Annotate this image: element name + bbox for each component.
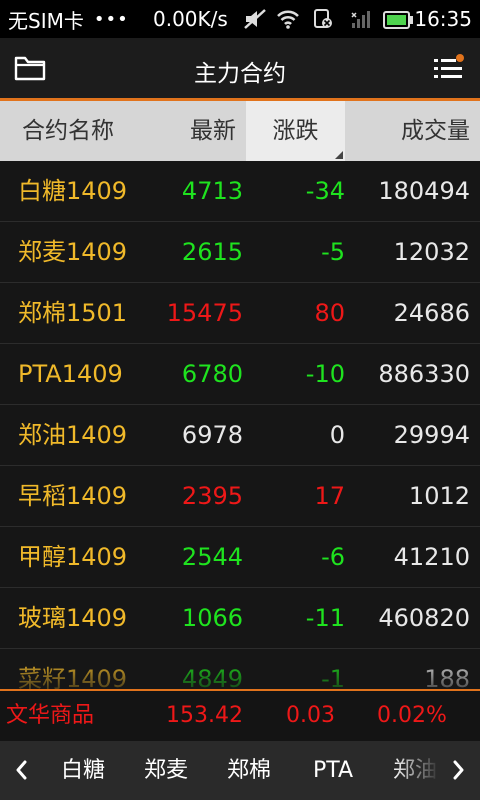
- contract-name: PTA1409: [18, 360, 123, 388]
- header-price[interactable]: 最新: [190, 101, 236, 161]
- mute-icon: [243, 8, 267, 35]
- clock: 16:35: [414, 7, 472, 31]
- sort-indicator-icon: [335, 151, 343, 159]
- contract-name: 郑油1409: [18, 421, 128, 449]
- contract-name: 早稻1409: [18, 482, 128, 510]
- latest-price: 2615: [181, 238, 243, 266]
- price-change: 0: [329, 421, 345, 449]
- contract-name: 白糖1409: [18, 177, 128, 205]
- table-header: 合约名称 最新 涨跌 成交量: [0, 101, 480, 161]
- latest-price: 4849: [181, 665, 243, 689]
- index-bar[interactable]: 文华商品 153.42 0.03 0.02%: [0, 689, 480, 741]
- volume: 180494: [378, 177, 470, 205]
- chevron-left-icon[interactable]: [10, 758, 34, 782]
- table-row[interactable]: 郑棉1501 15475 80 24686: [0, 283, 480, 344]
- tab-zhengmian[interactable]: 郑棉: [227, 741, 271, 800]
- carrier-label: 无SIM卡: [8, 8, 84, 33]
- volume: 460820: [378, 604, 470, 632]
- battery-icon: [383, 10, 413, 34]
- tab-baitang[interactable]: 白糖: [61, 741, 105, 800]
- chevron-right-icon[interactable]: [446, 758, 470, 782]
- contract-list[interactable]: 白糖1409 4713 -34 180494 郑麦1409 2615 -5 12032 郑棉15…: [0, 161, 480, 689]
- contract-name: 甲醇1409: [18, 543, 128, 571]
- header-name[interactable]: 合约名称: [22, 101, 114, 161]
- latest-price: 6780: [181, 360, 243, 388]
- index-name: 文华商品: [6, 703, 95, 728]
- tab-zhengmai[interactable]: 郑麦: [144, 741, 188, 800]
- tab-fade: [392, 741, 440, 800]
- latest-price: 6978: [181, 421, 243, 449]
- latest-price: 4713: [181, 177, 243, 205]
- latest-price: 1066: [181, 604, 243, 632]
- latest-price: 15475: [166, 299, 243, 327]
- index-percent: 0.02%: [377, 703, 447, 728]
- table-row[interactable]: 早稻1409 2395 17 1012: [0, 466, 480, 527]
- index-change: 0.03: [286, 703, 335, 728]
- volume: 886330: [378, 360, 470, 388]
- latest-price: 2544: [181, 543, 243, 571]
- price-change: 80: [314, 299, 345, 327]
- table-row[interactable]: 菜籽1409 4849 -1 188: [0, 649, 480, 689]
- more-dots-icon: •••: [93, 8, 129, 30]
- list-menu-icon[interactable]: [434, 54, 466, 86]
- table-row[interactable]: 郑油1409 6978 0 29994: [0, 405, 480, 466]
- volume: 41210: [393, 543, 470, 571]
- page-title: 主力合约: [194, 61, 286, 87]
- header-volume[interactable]: 成交量: [401, 101, 470, 161]
- price-change: -10: [305, 360, 345, 388]
- contract-name: 郑棉1501: [18, 299, 128, 327]
- contract-name: 菜籽1409: [18, 665, 128, 689]
- contract-name: 玻璃1409: [18, 604, 128, 632]
- signal-icon: [350, 8, 374, 35]
- latest-price: 2395: [181, 482, 243, 510]
- index-value: 153.42: [166, 703, 243, 728]
- price-change: -5: [321, 238, 345, 266]
- volume: 24686: [393, 299, 470, 327]
- volume: 29994: [393, 421, 470, 449]
- network-speed: 0.00K/s: [153, 7, 228, 31]
- table-row[interactable]: 甲醇1409 2544 -6 41210: [0, 527, 480, 588]
- table-row[interactable]: 郑麦1409 2615 -5 12032: [0, 222, 480, 283]
- contract-name: 郑麦1409: [18, 238, 128, 266]
- bottom-tab-bar: 白糖 郑麦 郑棉 PTA 郑油: [0, 741, 480, 800]
- price-change: -11: [305, 604, 345, 632]
- table-row[interactable]: PTA1409 6780 -10 886330: [0, 344, 480, 405]
- tab-pta[interactable]: PTA: [313, 741, 353, 800]
- price-change: -34: [305, 177, 345, 205]
- status-bar: 无SIM卡 ••• 0.00K/s 16:35: [0, 0, 480, 38]
- header-change-label: 涨跌: [272, 118, 319, 144]
- volume: 1012: [408, 482, 470, 510]
- table-row[interactable]: 白糖1409 4713 -34 180494: [0, 161, 480, 222]
- no-sim-icon: [312, 8, 334, 35]
- price-change: -6: [321, 543, 345, 571]
- volume: 12032: [393, 238, 470, 266]
- price-change: 17: [314, 482, 345, 510]
- title-bar: 主力合约: [0, 38, 480, 98]
- price-change: -1: [321, 665, 345, 689]
- header-change[interactable]: 涨跌: [246, 101, 345, 161]
- wifi-icon: [276, 8, 300, 35]
- table-row[interactable]: 玻璃1409 1066 -11 460820: [0, 588, 480, 649]
- volume: 188: [424, 665, 470, 689]
